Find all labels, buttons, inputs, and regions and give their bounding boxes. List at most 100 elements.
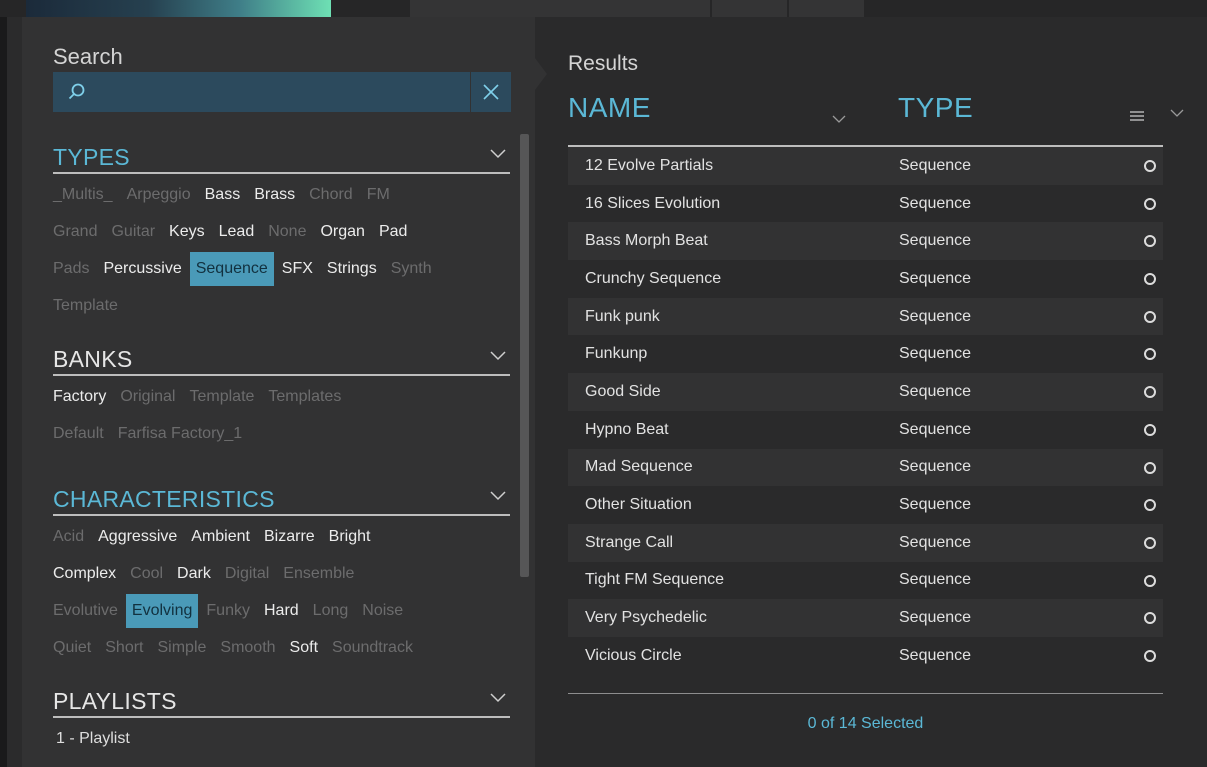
filter-tag-template[interactable]: Template	[183, 380, 260, 414]
table-row[interactable]: Other Situation Sequence	[568, 486, 1163, 524]
filter-tag-guitar[interactable]: Guitar	[105, 215, 161, 249]
tag-row: Template	[53, 287, 513, 324]
filters-scrollbar[interactable]	[520, 134, 529, 577]
filter-tag-evolutive[interactable]: Evolutive	[53, 594, 124, 628]
favorite-circle-icon[interactable]	[1144, 649, 1156, 662]
types-title: TYPES	[53, 144, 130, 170]
filter-tag-long[interactable]: Long	[307, 594, 355, 628]
characteristics-section-header[interactable]: CHARACTERISTICS	[53, 480, 510, 516]
filter-tag-digital[interactable]: Digital	[219, 557, 275, 591]
favorite-circle-icon[interactable]	[1144, 499, 1156, 512]
filter-tag-aggressive[interactable]: Aggressive	[92, 520, 183, 554]
filter-tag-bass[interactable]: Bass	[199, 178, 247, 212]
chevron-down-icon[interactable]	[490, 690, 506, 706]
search-input[interactable]	[53, 72, 470, 112]
filter-tag-farfisa-factory-1[interactable]: Farfisa Factory_1	[112, 417, 248, 451]
filter-tag-none[interactable]: None	[262, 215, 312, 249]
table-row[interactable]: Tight FM Sequence Sequence	[568, 562, 1163, 600]
filter-tag-dark[interactable]: Dark	[171, 557, 217, 591]
filter-tag-keys[interactable]: Keys	[163, 215, 211, 249]
tag-row: Acid Aggressive Ambient Bizarre Bright	[53, 518, 513, 555]
table-row[interactable]: Good Side Sequence	[568, 373, 1163, 411]
filter-tag-template[interactable]: Template	[53, 289, 124, 323]
filter-tag-bizarre[interactable]: Bizarre	[258, 520, 321, 554]
table-row[interactable]: Very Psychedelic Sequence	[568, 599, 1163, 637]
clear-search-button[interactable]	[471, 72, 511, 112]
footer-divider	[568, 693, 1163, 694]
favorite-circle-icon[interactable]	[1144, 197, 1156, 210]
table-row[interactable]: Hypno Beat Sequence	[568, 411, 1163, 449]
chevron-down-icon[interactable]	[490, 146, 506, 162]
filter-tag-quiet[interactable]: Quiet	[53, 631, 97, 665]
filter-tag-soft[interactable]: Soft	[284, 631, 324, 665]
favorite-circle-icon[interactable]	[1144, 612, 1156, 625]
column-header-name[interactable]: NAME	[568, 92, 651, 124]
table-row[interactable]: Vicious Circle Sequence	[568, 637, 1163, 675]
filter-tag-pads[interactable]: Pads	[53, 252, 95, 286]
table-row[interactable]: Bass Morph Beat Sequence	[568, 222, 1163, 261]
favorite-circle-icon[interactable]	[1144, 348, 1156, 361]
filter-tag-factory[interactable]: Factory	[53, 380, 112, 414]
filter-tag-funky[interactable]: Funky	[200, 594, 256, 628]
table-row[interactable]: Mad Sequence Sequence	[568, 448, 1163, 487]
favorite-circle-icon[interactable]	[1144, 310, 1156, 323]
filter-tag-soundtrack[interactable]: Soundtrack	[326, 631, 419, 665]
filter-tag-organ[interactable]: Organ	[314, 215, 370, 249]
hamburger-menu-icon[interactable]	[1130, 109, 1146, 123]
table-row[interactable]: Funk punk Sequence	[568, 297, 1163, 336]
filter-tag-multis[interactable]: _Multis_	[53, 178, 119, 212]
filter-tag-arpeggio[interactable]: Arpeggio	[121, 178, 197, 212]
banks-section-header[interactable]: BANKS	[53, 340, 510, 376]
filter-tag-ambient[interactable]: Ambient	[185, 520, 256, 554]
playlists-section-header[interactable]: PLAYLISTS	[53, 682, 510, 718]
filter-tag-lead[interactable]: Lead	[213, 215, 261, 249]
filter-tag-cool[interactable]: Cool	[124, 557, 169, 591]
sort-chevron-icon[interactable]	[832, 112, 846, 126]
favorite-circle-icon[interactable]	[1144, 160, 1156, 172]
filter-tag-ensemble[interactable]: Ensemble	[277, 557, 360, 591]
chevron-down-icon[interactable]	[1170, 106, 1184, 120]
filter-tag-short[interactable]: Short	[99, 631, 149, 665]
filter-tag-sfx[interactable]: SFX	[276, 252, 319, 286]
column-header-type[interactable]: TYPE	[898, 92, 973, 124]
chevron-down-icon[interactable]	[490, 348, 506, 364]
favorite-circle-icon[interactable]	[1144, 235, 1156, 248]
table-row[interactable]: 16 Slices Evolution Sequence	[568, 185, 1163, 223]
filter-tag-complex[interactable]: Complex	[53, 557, 122, 591]
filter-tag-grand[interactable]: Grand	[53, 215, 103, 249]
filter-tag-original[interactable]: Original	[114, 380, 181, 414]
preset-type: Sequence	[899, 571, 972, 589]
filter-tag-fm[interactable]: FM	[361, 178, 396, 212]
filter-tag-simple[interactable]: Simple	[152, 631, 213, 665]
filter-tag-percussive[interactable]: Percussive	[97, 252, 187, 286]
filter-tag-smooth[interactable]: Smooth	[214, 631, 281, 665]
favorite-circle-icon[interactable]	[1144, 574, 1156, 587]
filter-tag-hard[interactable]: Hard	[258, 594, 305, 628]
favorite-circle-icon[interactable]	[1144, 461, 1156, 474]
table-row[interactable]: Crunchy Sequence Sequence	[568, 260, 1163, 298]
filter-tag-default[interactable]: Default	[53, 417, 110, 451]
filter-tag-templates[interactable]: Templates	[262, 380, 347, 414]
favorite-circle-icon[interactable]	[1144, 423, 1156, 436]
filter-tag-sequence[interactable]: Sequence	[189, 251, 274, 286]
filter-tag-noise[interactable]: Noise	[356, 594, 409, 628]
chevron-down-icon[interactable]	[490, 488, 506, 504]
types-section-header[interactable]: TYPES	[53, 138, 510, 174]
filter-tag-pad[interactable]: Pad	[373, 215, 413, 249]
filter-tag-strings[interactable]: Strings	[321, 252, 383, 286]
favorite-circle-icon[interactable]	[1144, 273, 1156, 286]
banks-tag-list: Factory Original Template Templates Default F…	[53, 378, 513, 452]
table-row[interactable]: Funkunp Sequence	[568, 335, 1163, 373]
table-row[interactable]: Strange Call Sequence	[568, 523, 1163, 562]
favorite-circle-icon[interactable]	[1144, 536, 1156, 549]
filter-tag-synth[interactable]: Synth	[385, 252, 438, 286]
playlist-item[interactable]: 1 - Playlist	[56, 730, 130, 748]
filter-tag-evolving[interactable]: Evolving	[125, 593, 199, 628]
favorite-circle-icon[interactable]	[1144, 386, 1156, 399]
filter-tag-chord[interactable]: Chord	[303, 178, 359, 212]
filter-tag-acid[interactable]: Acid	[53, 520, 90, 554]
tag-row: Quiet Short Simple Smooth Soft Soundtrack	[53, 629, 513, 666]
filter-tag-bright[interactable]: Bright	[323, 520, 377, 554]
table-row[interactable]: 12 Evolve Partials Sequence	[568, 147, 1163, 185]
filter-tag-brass[interactable]: Brass	[248, 178, 301, 212]
